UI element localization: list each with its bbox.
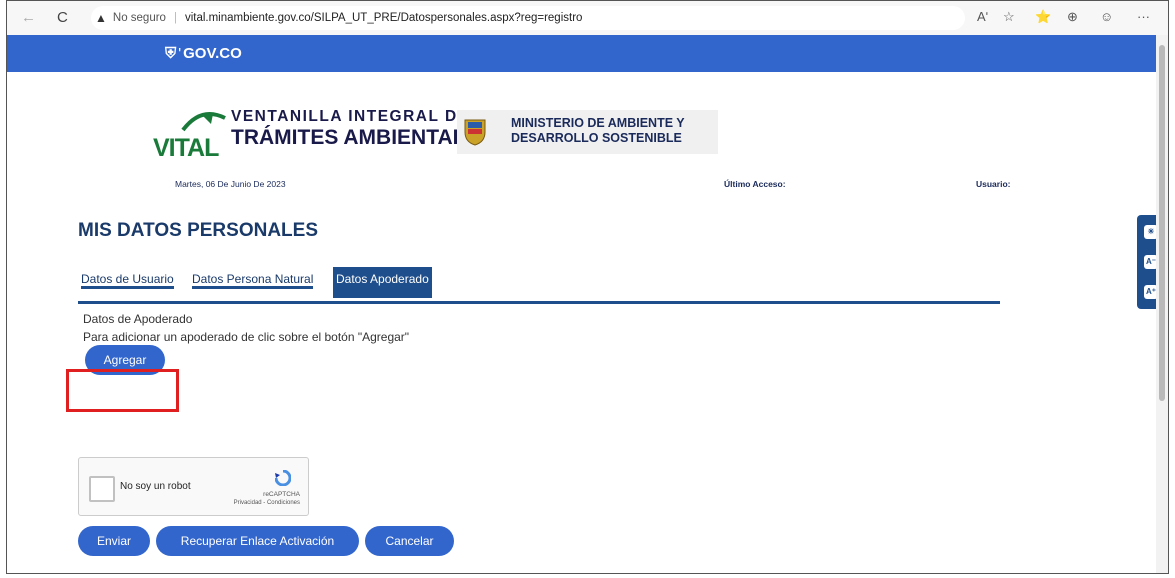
warning-icon: ▲ (95, 11, 107, 25)
read-aloud-icon[interactable]: Aʹ (977, 9, 988, 24)
vital-wordmark: VITAL (153, 134, 219, 162)
recaptcha-widget: No soy un robot reCAPTCHA Privacidad - C… (78, 457, 309, 516)
tab-datos-persona-natural[interactable]: Datos Persona Natural (192, 272, 314, 289)
apoderado-heading: Datos de Apoderado (83, 312, 193, 326)
leaf-arc-icon (181, 112, 226, 132)
gov-bar: ⛨ ' GOV.CO (7, 35, 1157, 72)
user-label: Usuario: (976, 179, 1011, 189)
vital-line-1: VENTANILLA INTEGRAL DE (231, 108, 470, 125)
recaptcha-label: No soy un robot (120, 481, 191, 492)
browser-toolbar: ← C ▲ No seguro | vital.minambiente.gov.… (7, 1, 1168, 36)
recaptcha-links[interactable]: Privacidad - Condiciones (234, 499, 300, 507)
page-title: MIS DATOS PERSONALES (78, 220, 318, 241)
favorites-list-icon[interactable]: ⭐ (1035, 9, 1051, 25)
favorite-icon[interactable]: ☆ (1003, 9, 1015, 25)
recaptcha-brand: reCAPTCHA Privacidad - Condiciones (233, 491, 300, 507)
browser-window: ← C ▲ No seguro | vital.minambiente.gov.… (6, 0, 1169, 574)
tab-datos-usuario[interactable]: Datos de Usuario (81, 272, 174, 289)
recaptcha-checkbox[interactable] (89, 476, 115, 502)
not-secure-label: No seguro (112, 12, 166, 24)
ministry-logo: MINISTERIO DE AMBIENTE Y DESARROLLO SOST… (457, 110, 718, 154)
gov-co-logo[interactable]: ⛨ ' GOV.CO (165, 45, 242, 62)
address-separator: | (173, 12, 177, 24)
apoderado-instruction: Para adicionar un apoderado de clic sobr… (83, 330, 410, 344)
tab-datos-apoderado[interactable]: Datos Apoderado (333, 267, 432, 298)
highlight-box (66, 369, 179, 412)
collections-icon[interactable]: ⊕ (1067, 9, 1078, 25)
address-bar[interactable]: ▲ No seguro | vital.minambiente.gov.co/S… (91, 6, 965, 30)
submit-button[interactable]: Enviar (78, 526, 150, 556)
scrollbar-thumb[interactable] (1159, 45, 1165, 401)
vital-line-2: TRÁMITES AMBIENTALES (231, 126, 494, 149)
recover-activation-link-button[interactable]: Recuperar Enlace Activación (156, 526, 359, 556)
page-scrollbar[interactable] (1156, 35, 1168, 573)
colombia-shield-icon (464, 119, 486, 146)
last-access-label: Último Acceso: (724, 179, 786, 189)
page-content: ⛨ ' GOV.CO VITAL VENTANILLA INTEGRAL DE TR… (7, 35, 1157, 573)
ministry-name: MINISTERIO DE AMBIENTE Y DESARROLLO SOST… (511, 116, 685, 145)
back-icon[interactable]: ← (21, 9, 36, 26)
profile-icon[interactable]: ☺ (1100, 9, 1113, 24)
tab-bar: Datos de Usuario Datos Persona Natural D… (78, 267, 1000, 304)
current-date: Martes, 06 De Junio De 2023 (175, 179, 286, 189)
cancel-button[interactable]: Cancelar (365, 526, 454, 556)
recaptcha-logo-icon (275, 470, 291, 486)
reload-icon[interactable]: C (57, 9, 68, 26)
url-text[interactable]: vital.minambiente.gov.co/SILPA_UT_PRE/Da… (185, 12, 582, 24)
more-icon[interactable]: ··· (1137, 9, 1150, 24)
